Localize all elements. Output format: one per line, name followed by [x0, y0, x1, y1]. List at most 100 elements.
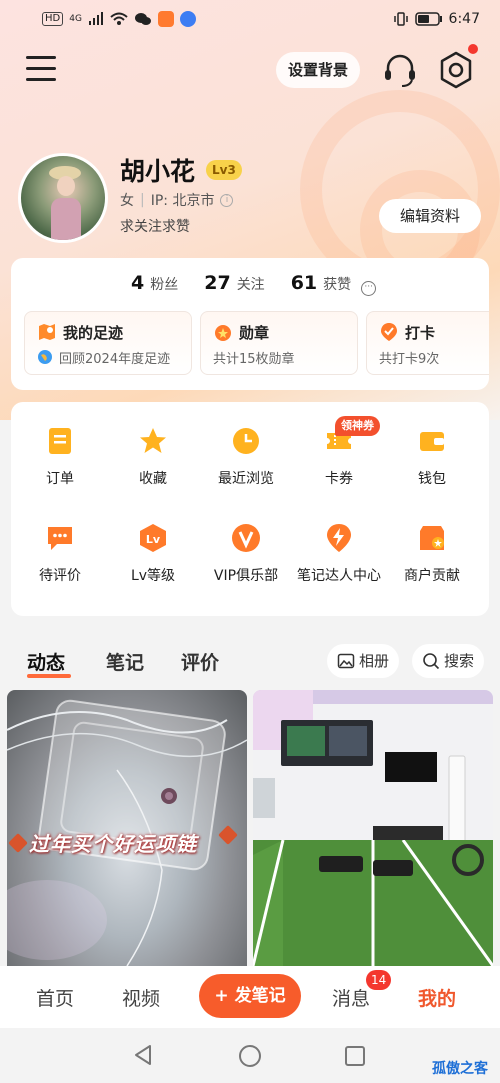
search-label: 搜索	[444, 652, 475, 670]
user-bio: 求关注求赞	[120, 219, 190, 235]
feed-photo-gym[interactable]	[253, 690, 493, 966]
wifi-icon	[110, 12, 128, 25]
nav-video[interactable]: 视频	[122, 984, 160, 1011]
grid-item-merchant[interactable]: 商户贡献	[386, 523, 478, 585]
coupon-promo-tag[interactable]: 领神券	[335, 416, 380, 436]
stat-value: 27	[204, 272, 231, 294]
search-button[interactable]: 搜索	[412, 644, 485, 678]
grid-item-vip[interactable]: VIP俱乐部	[200, 523, 292, 585]
grid-item-orders[interactable]: 订单	[14, 426, 106, 488]
stat-label: 获赞	[323, 277, 352, 293]
user-meta: 女 | IP: 北京市 i	[120, 190, 234, 210]
top-nav: 设置背景	[0, 48, 500, 92]
post-note-button[interactable]: + 发笔记	[199, 974, 301, 1018]
checkin-card[interactable]: 打卡 共打卡9次	[366, 311, 489, 375]
lightning-icon	[327, 524, 351, 552]
search-icon	[423, 653, 440, 670]
album-icon	[337, 653, 355, 669]
shortcut-subtitle: 共计15枚勋章	[213, 352, 295, 367]
shortcut-subtitle: 共打卡9次	[379, 352, 440, 367]
avatar[interactable]	[18, 153, 108, 243]
music-app-icon	[179, 11, 196, 27]
svg-text:Lv: Lv	[146, 533, 161, 546]
stat-label: 粉丝	[150, 277, 179, 293]
clock-icon	[233, 428, 259, 454]
edit-profile-button[interactable]: 编辑资料	[379, 199, 481, 233]
grid-item-creator-center[interactable]: 笔记达人中心	[293, 523, 385, 585]
headset-icon[interactable]	[380, 50, 420, 90]
clock-time: 6:47	[448, 11, 480, 27]
grid-item-to-review[interactable]: 待评价	[14, 523, 106, 585]
grid-item-recent[interactable]: 最近浏览	[200, 426, 292, 488]
stat-value: 61	[290, 272, 318, 294]
nav-messages[interactable]: 消息	[332, 984, 370, 1011]
set-background-button[interactable]: 设置背景	[276, 52, 361, 88]
grid-item-wallet[interactable]: 钱包	[386, 426, 478, 488]
stat-label: 关注	[236, 277, 265, 293]
stats-card: 4 粉丝 27 关注 61 获赞 ··· 我的足迹 回顾2024年度足迹 勋章 …	[11, 258, 489, 390]
tab-moments[interactable]: 动态	[27, 648, 65, 675]
system-nav-bar	[0, 1028, 500, 1083]
grid-label: 收藏	[139, 471, 167, 487]
gender-label: 女	[120, 193, 134, 209]
battery-icon	[414, 12, 442, 26]
gear-icon[interactable]	[436, 50, 476, 90]
grid-label: 商户贡献	[404, 568, 460, 584]
checkin-icon	[381, 323, 397, 341]
vip-icon	[232, 524, 260, 552]
globe-icon	[38, 350, 52, 364]
ip-location: IP: 北京市	[150, 193, 215, 209]
map-icon	[39, 324, 55, 340]
stat-following[interactable]: 27 关注	[204, 272, 264, 294]
grid-label: 订单	[46, 471, 74, 487]
back-icon[interactable]	[132, 1044, 154, 1066]
album-button[interactable]: 相册	[327, 644, 400, 678]
grid-label: 钱包	[418, 471, 446, 487]
stat-likes[interactable]: 61 获赞 ···	[290, 272, 377, 296]
grid-item-favorites[interactable]: 收藏	[107, 426, 199, 488]
status-left: HD 4G	[42, 11, 196, 27]
album-label: 相册	[359, 652, 390, 670]
shortcut-title: 我的足迹	[63, 324, 124, 342]
home-circle-icon[interactable]	[238, 1044, 262, 1068]
grid-item-level[interactable]: Lv Lv等级	[107, 523, 199, 585]
grid-label: 笔记达人中心	[297, 568, 381, 584]
stat-followers[interactable]: 4 粉丝	[131, 272, 178, 294]
grid-label: 最近浏览	[218, 471, 274, 487]
star-icon	[140, 428, 166, 453]
status-right: 6:47	[393, 11, 480, 27]
network-indicator: 4G	[69, 14, 82, 24]
avatar-face	[57, 176, 75, 196]
wallet-icon	[420, 432, 444, 451]
vibrate-icon	[393, 12, 408, 26]
nav-home[interactable]: 首页	[36, 984, 74, 1011]
bottom-nav: 首页 视频 + 发笔记 消息 14 我的	[0, 966, 500, 1028]
user-name: 胡小花	[120, 157, 196, 186]
recents-square-icon[interactable]	[344, 1045, 366, 1067]
content-tabs: 动态 笔记 评价 相册 搜索	[0, 640, 500, 684]
more-dots-icon[interactable]: ···	[361, 281, 377, 296]
shortcut-title: 打卡	[405, 324, 436, 342]
comment-icon	[48, 527, 72, 550]
gym-illustration	[253, 690, 493, 966]
wechat-icon	[134, 13, 151, 25]
shortcut-subtitle: 回顾2024年度足迹	[59, 352, 171, 367]
tab-reviews[interactable]: 评价	[181, 648, 219, 675]
messages-badge: 14	[366, 970, 392, 990]
services-grid: 订单 收藏 最近浏览 卡券 钱包 待评价 Lv Lv等级 VIP俱乐部 笔记达人…	[11, 402, 489, 616]
photo-caption: 过年买个好运项链	[29, 832, 197, 856]
meta-divider: |	[140, 192, 145, 208]
level-badge[interactable]: Lv3	[206, 160, 242, 180]
hd-indicator: HD	[42, 12, 64, 26]
tab-notes[interactable]: 笔记	[106, 648, 144, 675]
menu-icon[interactable]	[26, 56, 56, 82]
nav-mine[interactable]: 我的	[418, 984, 456, 1011]
info-icon[interactable]: i	[220, 193, 234, 207]
shop-icon	[420, 526, 444, 550]
status-bar: HD 4G 6:47	[0, 0, 500, 38]
taobao-app-icon	[157, 11, 174, 27]
footprint-card[interactable]: 我的足迹 回顾2024年度足迹	[24, 311, 192, 375]
feed-photo-necklace[interactable]: 过年买个好运项链	[7, 690, 247, 966]
stat-value: 4	[131, 272, 145, 294]
medal-card[interactable]: 勋章 共计15枚勋章	[200, 311, 358, 375]
